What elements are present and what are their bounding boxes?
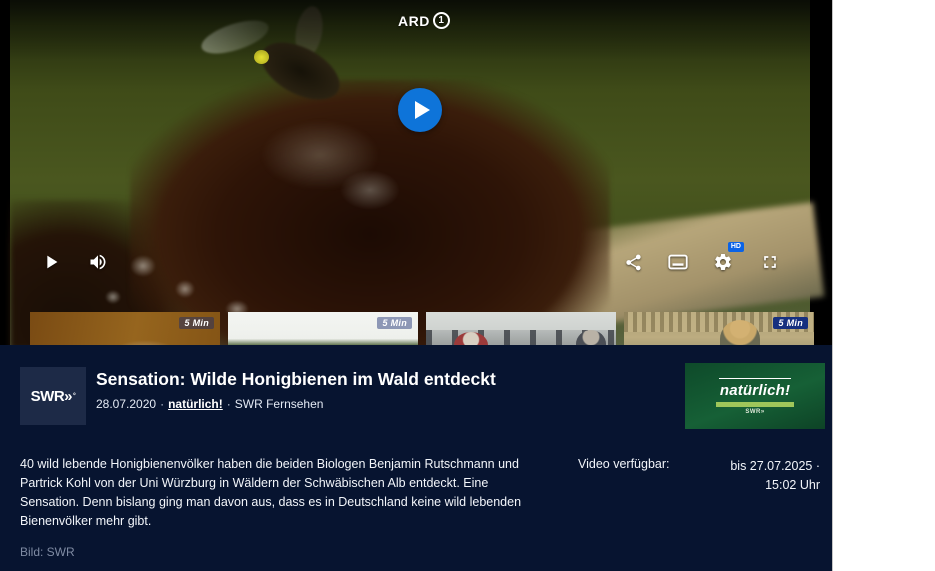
meta-separator: · xyxy=(227,397,231,411)
video-thumbnail-3[interactable] xyxy=(426,312,616,345)
big-play-button[interactable] xyxy=(398,88,442,132)
availability-label: Video verfügbar: xyxy=(578,457,670,471)
volume-button[interactable] xyxy=(85,249,111,275)
brand-name: natürlich! xyxy=(720,382,790,399)
share-button[interactable] xyxy=(620,249,646,275)
player-controls: HD xyxy=(10,245,810,283)
subtitles-icon xyxy=(667,251,689,273)
video-info-panel: SWR»° Sensation: Wilde Honigbienen im Wa… xyxy=(0,345,832,571)
share-icon xyxy=(624,253,643,272)
ard-one-icon: 1 xyxy=(433,12,450,29)
video-art-glow xyxy=(340,170,400,210)
top-gradient-overlay xyxy=(10,0,810,60)
availability-time: 15:02 Uhr xyxy=(765,478,820,492)
video-frame: ARD 1 H xyxy=(10,0,810,345)
video-thumbnail-4[interactable]: 5 Min xyxy=(624,312,814,345)
image-credit: Bild: SWR xyxy=(20,545,75,559)
fullscreen-icon xyxy=(760,252,780,272)
ard-logo: ARD 1 xyxy=(398,12,450,29)
video-thumbnail-2[interactable]: 5 Min xyxy=(228,312,418,345)
play-icon xyxy=(40,251,62,273)
video-meta: 28.07.2020 · natürlich! · SWR Fernsehen xyxy=(96,397,323,411)
duration-badge: 5 Min xyxy=(179,317,214,329)
play-icon xyxy=(415,101,430,119)
swr-channel-logo[interactable]: SWR»° xyxy=(20,367,86,425)
swr-logo-text: SWR» xyxy=(31,388,72,405)
settings-button[interactable]: HD xyxy=(710,249,736,275)
ard-logo-text: ARD xyxy=(398,13,430,29)
show-link[interactable]: natürlich! xyxy=(168,397,223,411)
related-videos-strip: 5 Min 5 Min 5 Min xyxy=(30,312,810,345)
hd-badge: HD xyxy=(728,242,744,252)
video-title: Sensation: Wilde Honigbienen im Wald ent… xyxy=(96,369,496,390)
video-thumbnail-1[interactable]: 5 Min xyxy=(30,312,220,345)
volume-icon xyxy=(88,252,108,272)
duration-badge: 5 Min xyxy=(377,317,412,329)
fullscreen-button[interactable] xyxy=(757,249,783,275)
brand-bar xyxy=(716,402,794,407)
play-button[interactable] xyxy=(38,249,64,275)
subtitles-button[interactable] xyxy=(665,249,691,275)
broadcast-date: 28.07.2020 xyxy=(96,397,156,411)
natuerlich-brand-tile[interactable]: natürlich! SWR» xyxy=(685,363,825,429)
availability-value: bis 27.07.2025 · 15:02 Uhr xyxy=(690,457,820,495)
ard-mediathek-page: ARD 1 H xyxy=(0,0,935,571)
duration-badge: 5 Min xyxy=(773,317,808,329)
meta-separator: · xyxy=(160,397,164,411)
video-player[interactable]: ARD 1 H xyxy=(0,0,832,345)
video-art-honeycomb xyxy=(130,80,610,345)
brand-sub-logo: SWR» xyxy=(745,409,764,415)
brand-rule xyxy=(719,378,791,379)
video-art-bokeh xyxy=(105,290,121,304)
swr-logo-mark: ° xyxy=(73,393,75,400)
thumbnail-image xyxy=(228,336,418,345)
gear-icon xyxy=(713,252,733,272)
page-right-edge xyxy=(832,0,833,571)
video-description: 40 wild lebende Honigbienenvölker haben … xyxy=(20,455,548,531)
channel-name: SWR Fernsehen xyxy=(235,397,324,411)
availability-until: bis 27.07.2025 · xyxy=(730,459,820,473)
